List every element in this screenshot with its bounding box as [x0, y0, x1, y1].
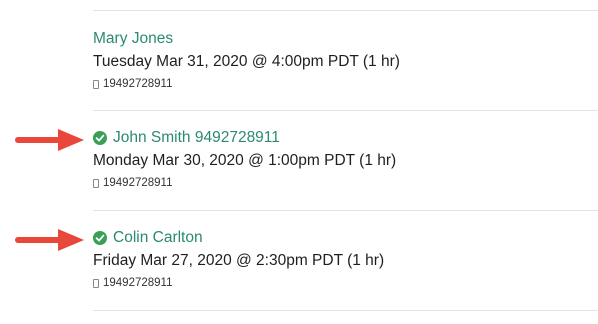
phone-row: 19492728911 — [93, 175, 593, 191]
appointment-phone: 19492728911 — [103, 277, 173, 289]
check-circle-icon — [93, 231, 107, 245]
check-circle-icon — [93, 131, 107, 145]
appointment-datetime: Tuesday Mar 31, 2020 @ 4:00pm PDT (1 hr) — [93, 53, 400, 70]
appointment-datetime: Friday Mar 27, 2020 @ 2:30pm PDT (1 hr) — [93, 252, 385, 269]
appointment-phone: 19492728911 — [103, 78, 173, 90]
phone-row: 19492728911 — [93, 275, 593, 291]
phone-row: 19492728911 — [93, 76, 593, 92]
appointment-item: Mary Jones Tuesday Mar 31, 2020 @ 4:00pm… — [93, 28, 593, 92]
name-row: John Smith 9492728911 — [93, 127, 593, 149]
appointment-item: Colin Carlton Friday Mar 27, 2020 @ 2:30… — [93, 227, 593, 291]
red-arrow-icon — [15, 229, 84, 251]
name-row: Mary Jones — [93, 28, 593, 50]
appointment-item: John Smith 9492728911 Monday Mar 30, 202… — [93, 127, 593, 191]
divider — [93, 10, 598, 11]
appointment-phone: 19492728911 — [103, 177, 173, 189]
red-arrow-icon — [15, 129, 84, 151]
appointment-name-link[interactable]: John Smith 9492728911 — [113, 127, 280, 149]
phone-icon — [93, 178, 99, 188]
divider — [93, 210, 598, 211]
phone-icon — [93, 278, 99, 288]
appointment-datetime: Monday Mar 30, 2020 @ 1:00pm PDT (1 hr) — [93, 152, 397, 169]
divider — [93, 110, 598, 111]
appointment-name-link[interactable]: Mary Jones — [93, 28, 173, 50]
phone-icon — [93, 79, 99, 89]
name-row: Colin Carlton — [93, 227, 593, 249]
appointment-list: Mary Jones Tuesday Mar 31, 2020 @ 4:00pm… — [0, 0, 598, 324]
divider — [93, 310, 598, 311]
appointment-name-link[interactable]: Colin Carlton — [113, 227, 203, 249]
